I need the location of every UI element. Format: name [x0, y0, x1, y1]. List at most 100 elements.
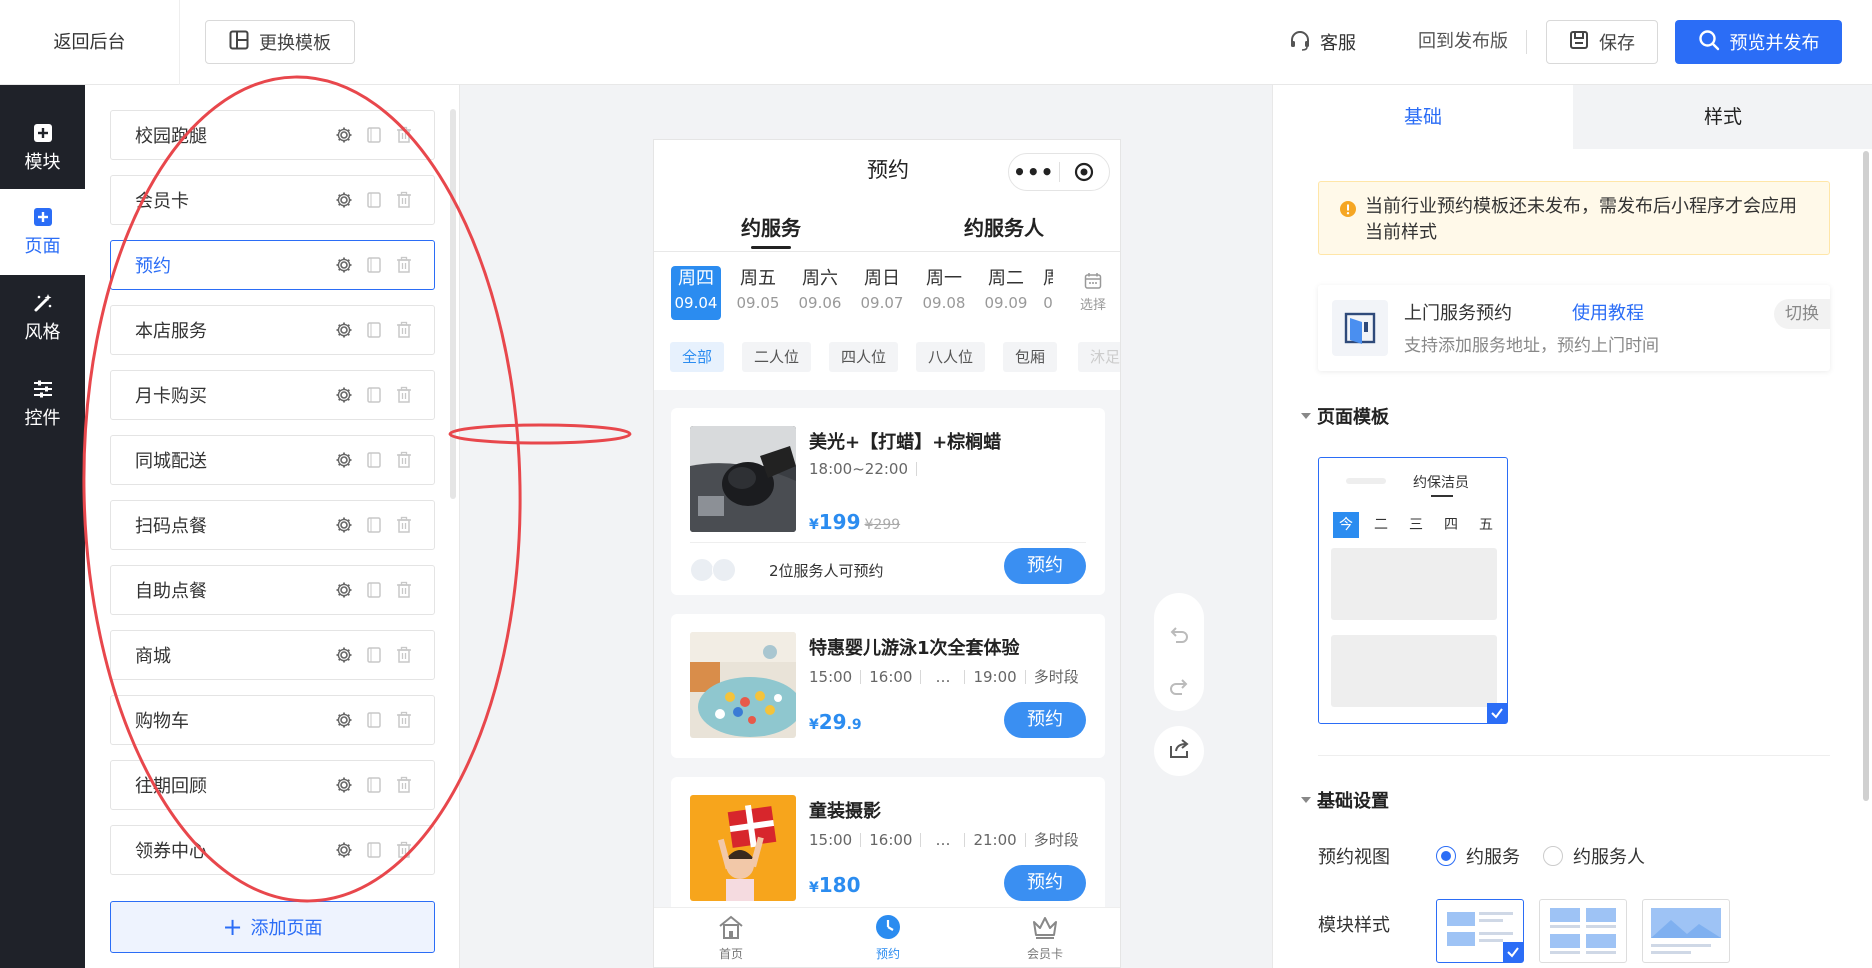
- service-card[interactable]: 美光+【打蜡】+棕榈蜡 18:00~22:00 ¥199 ¥299 2位服务人可预…: [671, 408, 1105, 595]
- nav-item-style[interactable]: 风格: [0, 275, 85, 361]
- filter-chip[interactable]: 八人位: [916, 342, 986, 372]
- page-item[interactable]: 扫码点餐: [110, 500, 435, 550]
- trash-icon[interactable]: [394, 450, 414, 470]
- trash-icon[interactable]: [394, 580, 414, 600]
- switch-template-button[interactable]: 切换: [1774, 299, 1830, 329]
- filter-chip[interactable]: 全部: [670, 342, 725, 372]
- more-icon[interactable]: •••: [1009, 153, 1059, 191]
- trash-icon[interactable]: [394, 775, 414, 795]
- copy-icon[interactable]: [364, 645, 384, 665]
- date-item[interactable]: 周0: [1043, 266, 1053, 320]
- record-icon[interactable]: [1059, 162, 1109, 182]
- trash-icon[interactable]: [394, 710, 414, 730]
- tabbar-item-booking[interactable]: 预约: [838, 914, 938, 962]
- nav-item-modules[interactable]: 模块: [0, 105, 85, 191]
- page-item[interactable]: 校园跑腿: [110, 110, 435, 160]
- page-list-scrollbar[interactable]: [450, 109, 456, 499]
- copy-icon[interactable]: [364, 385, 384, 405]
- page-item[interactable]: 购物车: [110, 695, 435, 745]
- copy-icon[interactable]: [364, 515, 384, 535]
- book-button[interactable]: 预约: [1004, 702, 1086, 738]
- page-template-heading[interactable]: 页面模板: [1301, 403, 1389, 429]
- gear-icon[interactable]: [334, 710, 354, 730]
- change-template-button[interactable]: 更换模板: [205, 20, 355, 64]
- back-to-published-link[interactable]: 回到发布版: [1418, 20, 1508, 64]
- date-item[interactable]: 周日 09.07: [857, 266, 907, 320]
- module-style-option-grid[interactable]: [1539, 899, 1627, 963]
- book-button[interactable]: 预约: [1004, 865, 1086, 901]
- page-item[interactable]: 自助点餐: [110, 565, 435, 615]
- copy-icon[interactable]: [364, 775, 384, 795]
- gear-icon[interactable]: [334, 515, 354, 535]
- gear-icon[interactable]: [334, 840, 354, 860]
- trash-icon[interactable]: [394, 515, 414, 535]
- copy-icon[interactable]: [364, 580, 384, 600]
- basic-settings-heading[interactable]: 基础设置: [1301, 787, 1389, 813]
- page-item[interactable]: 预约: [110, 240, 435, 290]
- date-item[interactable]: 周五 09.05: [733, 266, 783, 320]
- trash-icon[interactable]: [394, 645, 414, 665]
- page-item[interactable]: 同城配送: [110, 435, 435, 485]
- filter-chip[interactable]: 包厢: [1003, 342, 1058, 372]
- trash-icon[interactable]: [394, 190, 414, 210]
- copy-icon[interactable]: [364, 320, 384, 340]
- filter-chip[interactable]: 四人位: [829, 342, 899, 372]
- gear-icon[interactable]: [334, 645, 354, 665]
- radio-book-service[interactable]: 约服务: [1436, 843, 1520, 869]
- radio-book-staff[interactable]: 约服务人: [1543, 843, 1645, 869]
- trash-icon[interactable]: [394, 320, 414, 340]
- undo-icon[interactable]: [1167, 623, 1191, 647]
- trash-icon[interactable]: [394, 125, 414, 145]
- gear-icon[interactable]: [334, 255, 354, 275]
- filter-chip[interactable]: 二人位: [742, 342, 812, 372]
- copy-icon[interactable]: [364, 125, 384, 145]
- tutorial-link[interactable]: 使用教程: [1572, 299, 1644, 325]
- tabbar-item-membership[interactable]: 会员卡: [995, 914, 1095, 962]
- customer-service-button[interactable]: 客服: [1288, 20, 1356, 64]
- filter-chip[interactable]: 沐足: [1078, 342, 1120, 372]
- page-template-option[interactable]: 约保洁员 今 二 三 四 五: [1318, 457, 1508, 724]
- trash-icon[interactable]: [394, 385, 414, 405]
- page-item[interactable]: 领券中心: [110, 825, 435, 875]
- book-button[interactable]: 预约: [1004, 548, 1086, 584]
- module-style-option-large[interactable]: [1642, 899, 1730, 963]
- date-item[interactable]: 周六 09.06: [795, 266, 845, 320]
- mini-program-capsule[interactable]: •••: [1008, 153, 1110, 191]
- tab-book-service[interactable]: 约服务: [741, 212, 801, 241]
- module-style-option-list[interactable]: [1436, 899, 1524, 963]
- date-picker-button[interactable]: 选择: [1080, 272, 1106, 313]
- copy-icon[interactable]: [364, 840, 384, 860]
- preview-publish-button[interactable]: 预览并发布: [1675, 20, 1842, 64]
- nav-item-controls[interactable]: 控件: [0, 361, 85, 447]
- gear-icon[interactable]: [334, 775, 354, 795]
- copy-icon[interactable]: [364, 255, 384, 275]
- date-item[interactable]: 周四 09.04: [671, 266, 721, 320]
- tab-style[interactable]: 样式: [1573, 85, 1872, 149]
- copy-icon[interactable]: [364, 450, 384, 470]
- nav-item-pages[interactable]: 页面: [0, 189, 85, 275]
- back-to-admin-link[interactable]: 返回后台: [0, 0, 180, 85]
- share-button[interactable]: [1154, 726, 1204, 776]
- add-page-button[interactable]: + 添加页面: [110, 901, 435, 953]
- page-item[interactable]: 会员卡: [110, 175, 435, 225]
- gear-icon[interactable]: [334, 580, 354, 600]
- gear-icon[interactable]: [334, 190, 354, 210]
- gear-icon[interactable]: [334, 450, 354, 470]
- trash-icon[interactable]: [394, 255, 414, 275]
- page-item[interactable]: 商城: [110, 630, 435, 680]
- gear-icon[interactable]: [334, 320, 354, 340]
- trash-icon[interactable]: [394, 840, 414, 860]
- tabbar-item-home[interactable]: 首页: [681, 914, 781, 962]
- tab-book-staff[interactable]: 约服务人: [964, 212, 1044, 241]
- page-item[interactable]: 往期回顾: [110, 760, 435, 810]
- tab-basic[interactable]: 基础: [1273, 85, 1573, 149]
- date-item[interactable]: 周一 09.08: [919, 266, 969, 320]
- page-item[interactable]: 本店服务: [110, 305, 435, 355]
- redo-icon[interactable]: [1167, 675, 1191, 699]
- settings-scrollbar[interactable]: [1863, 151, 1869, 801]
- copy-icon[interactable]: [364, 710, 384, 730]
- date-item[interactable]: 周二 09.09: [981, 266, 1031, 320]
- page-item[interactable]: 月卡购买: [110, 370, 435, 420]
- gear-icon[interactable]: [334, 125, 354, 145]
- copy-icon[interactable]: [364, 190, 384, 210]
